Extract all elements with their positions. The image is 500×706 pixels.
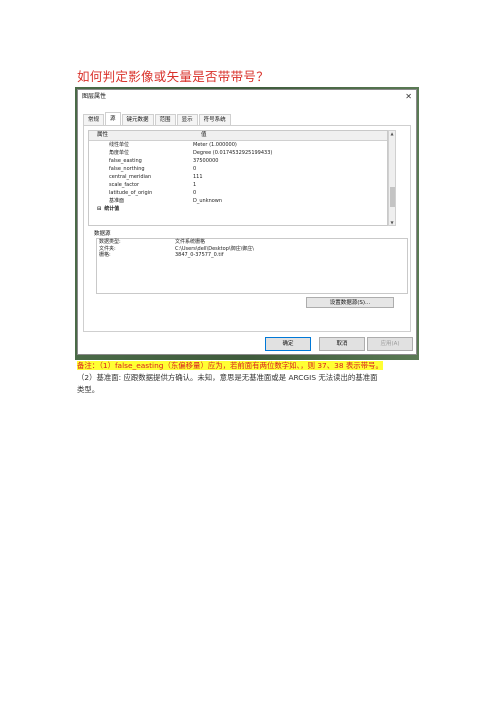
property-name: central_meridian bbox=[109, 174, 152, 180]
property-name: false_easting bbox=[109, 158, 142, 164]
statistics-group-row[interactable]: ⊟ 统计值 bbox=[89, 205, 387, 213]
screenshot-frame: 图层属性 ✕ 常规 源 键元数据 范围 显示 符号系统 属性 值 线性单位 Me… bbox=[75, 87, 419, 360]
table-row[interactable]: 线性单位 Meter (1.000000) bbox=[89, 141, 387, 149]
tab-general[interactable]: 常规 bbox=[83, 114, 105, 125]
property-value: Meter (1.000000) bbox=[193, 142, 237, 148]
property-value: 0 bbox=[193, 190, 197, 196]
ok-button[interactable]: 确定 bbox=[265, 337, 311, 351]
property-table-header: 属性 值 bbox=[89, 131, 387, 141]
table-row[interactable]: 角度单位 Degree (0.0174532925199433) bbox=[89, 149, 387, 157]
property-value: 1 bbox=[193, 182, 197, 188]
scroll-up-icon[interactable]: ▲ bbox=[389, 131, 395, 136]
value-column-header: 值 bbox=[201, 132, 207, 138]
tab-key-metadata[interactable]: 键元数据 bbox=[121, 114, 154, 125]
property-name: 角度单位 bbox=[109, 150, 130, 156]
property-name: scale_factor bbox=[109, 182, 140, 188]
property-value: Degree (0.0174532925199433) bbox=[193, 150, 273, 156]
note-line-3: 类型。 bbox=[77, 385, 100, 394]
datasource-key: 栅格: bbox=[99, 252, 111, 258]
apply-button[interactable]: 应用(A) bbox=[367, 337, 413, 351]
tab-display[interactable]: 显示 bbox=[176, 114, 198, 125]
source-panel: 属性 值 线性单位 Meter (1.000000) 角度单位 Degree (… bbox=[83, 125, 411, 332]
property-table: 属性 值 线性单位 Meter (1.000000) 角度单位 Degree (… bbox=[88, 130, 388, 226]
close-icon[interactable]: ✕ bbox=[405, 90, 412, 104]
layer-properties-dialog: 图层属性 ✕ 常规 源 键元数据 范围 显示 符号系统 属性 值 线性单位 Me… bbox=[77, 89, 417, 355]
scrollbar-thumb[interactable] bbox=[390, 187, 395, 207]
table-row[interactable]: central_meridian 111 bbox=[89, 173, 387, 181]
datasource-row: 栅格: 3847_0-37577_0.tif bbox=[97, 252, 407, 259]
group-label-cell: ⊟ 统计值 bbox=[89, 205, 193, 213]
cancel-button[interactable]: 取消 bbox=[319, 337, 365, 351]
tab-extent[interactable]: 范围 bbox=[154, 114, 176, 125]
dialog-title: 图层属性 bbox=[82, 93, 107, 100]
group-name: 统计值 bbox=[104, 206, 120, 212]
table-row[interactable]: false_easting 37500000 bbox=[89, 157, 387, 165]
property-value: 0 bbox=[193, 166, 197, 172]
document-title: 如何判定影像或矢量是否带带号？ bbox=[77, 69, 270, 84]
tab-symbology[interactable]: 符号系统 bbox=[198, 114, 231, 125]
property-name: latitude_of_origin bbox=[109, 190, 153, 196]
note-line-1-wrapper: 备注：（1）false_easting（东偏移量）应为，若前面有两位数字如、，则… bbox=[77, 360, 437, 372]
scroll-down-icon[interactable]: ▼ bbox=[389, 220, 395, 225]
tab-source[interactable]: 源 bbox=[105, 112, 121, 125]
set-datasource-button[interactable]: 设置数据源(S)... bbox=[306, 297, 394, 308]
datasource-box: 数据类型: 文件系统栅格 文件夹: C:\Users\dell\Desktop\… bbox=[96, 238, 408, 294]
note-block: 备注：（1）false_easting（东偏移量）应为，若前面有两位数字如、，则… bbox=[77, 360, 437, 396]
property-value: 37500000 bbox=[193, 158, 219, 164]
dialog-titlebar: 图层属性 ✕ bbox=[78, 90, 416, 104]
property-value: 111 bbox=[193, 174, 203, 180]
property-value: D_unknown bbox=[193, 198, 223, 204]
property-name: 线性单位 bbox=[109, 142, 130, 148]
table-row[interactable]: latitude_of_origin 0 bbox=[89, 189, 387, 197]
property-column-header: 属性 bbox=[97, 132, 109, 138]
datasource-label: 数据源 bbox=[94, 231, 111, 237]
tab-strip: 常规 源 键元数据 范围 显示 符号系统 bbox=[83, 112, 232, 125]
property-table-scrollbar[interactable]: ▲ ▼ bbox=[388, 130, 396, 226]
table-row[interactable]: false_northing 0 bbox=[89, 165, 387, 173]
property-name: 基准面 bbox=[109, 198, 125, 204]
table-row[interactable]: 基准面 D_unknown bbox=[89, 197, 387, 205]
table-row[interactable]: scale_factor 1 bbox=[89, 181, 387, 189]
collapse-icon[interactable]: ⊟ bbox=[97, 205, 101, 213]
property-name: false_northing bbox=[109, 166, 145, 172]
note-line-2: （2）基准面: 应跟数据提供方确认。未知，意思是无基准面或是 ARCGIS 无法… bbox=[77, 373, 378, 382]
datasource-value: 3847_0-37577_0.tif bbox=[175, 252, 224, 258]
note-line-1: 备注：（1）false_easting（东偏移量）应为，若前面有两位数字如、，则… bbox=[77, 361, 383, 370]
